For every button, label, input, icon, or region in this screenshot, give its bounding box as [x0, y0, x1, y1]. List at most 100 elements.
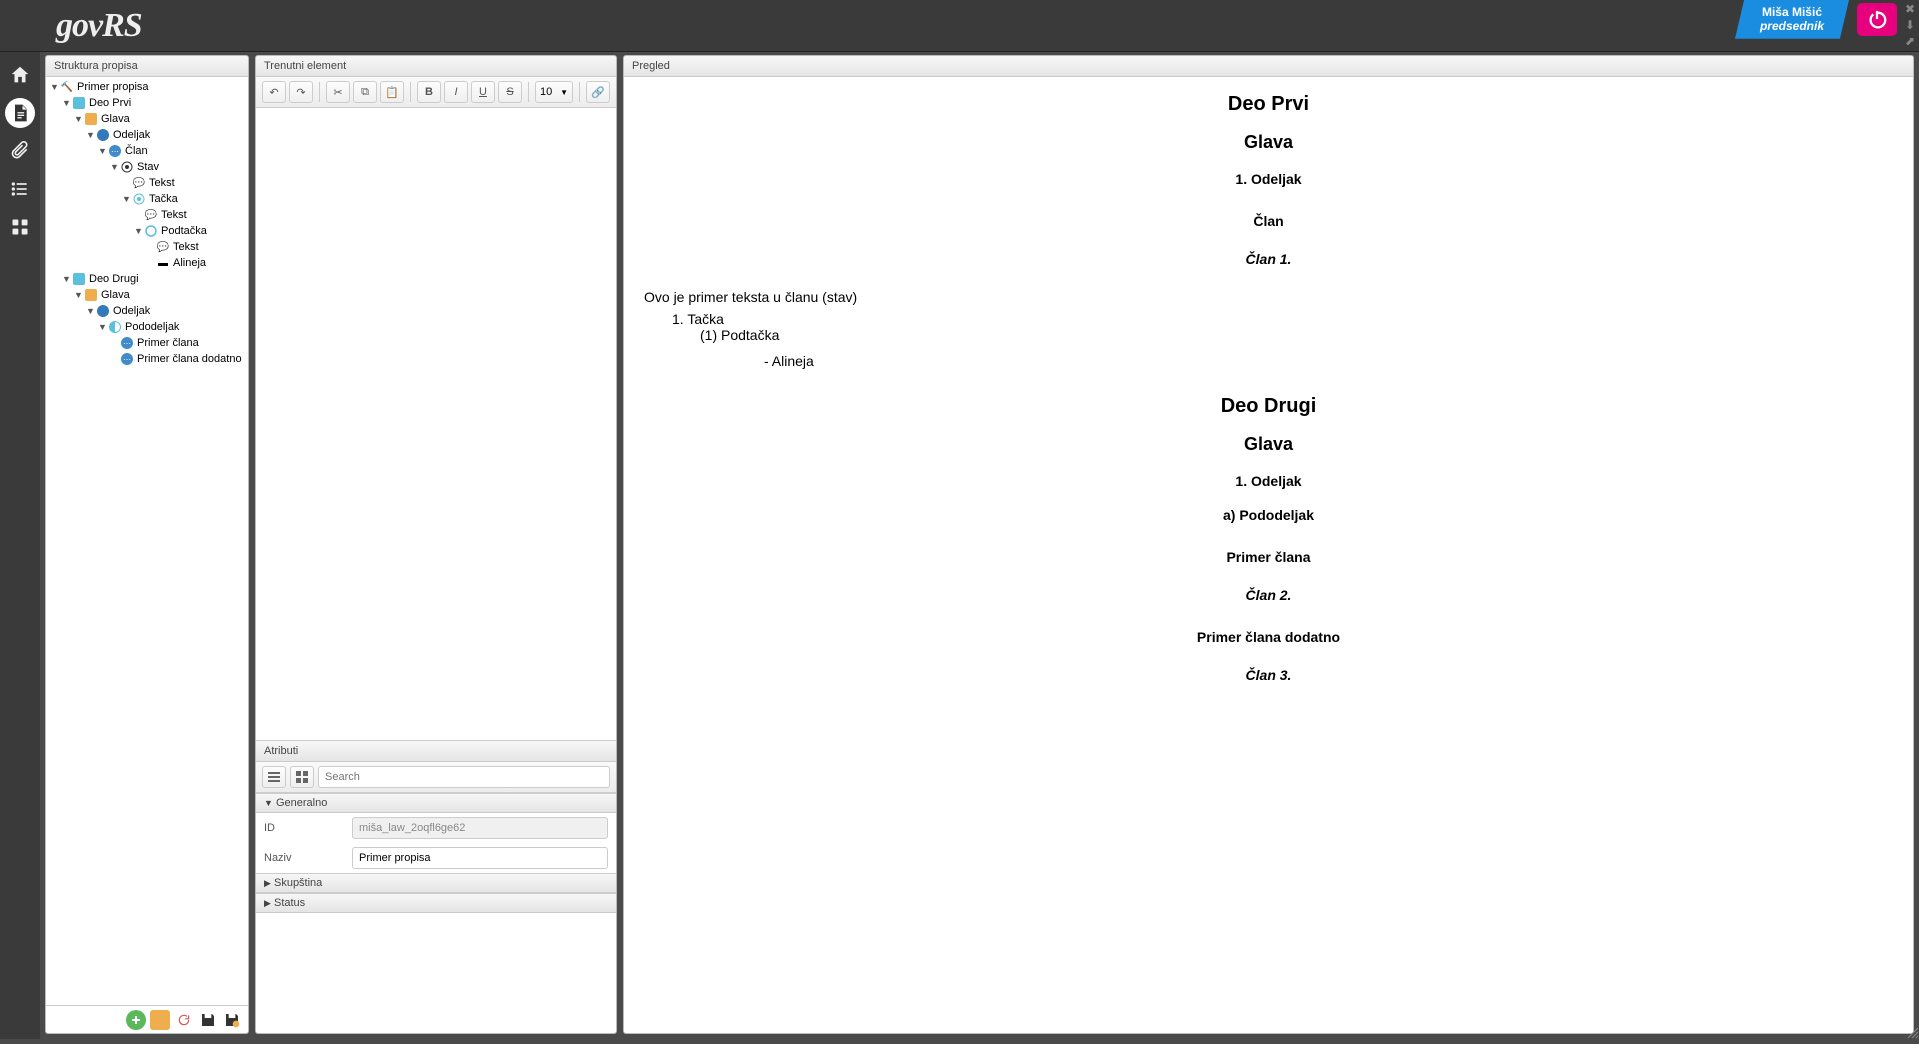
view-list-button[interactable]	[262, 766, 286, 788]
paste-button[interactable]: 📋	[380, 81, 404, 103]
tree-label: Tačka	[149, 193, 178, 205]
preview-clan2: Član 2.	[644, 587, 1893, 603]
attr-group-skupstina[interactable]: ▶ Skupština	[256, 873, 616, 893]
nav-document-icon[interactable]	[5, 98, 35, 128]
tree-item-alineja[interactable]: ▬Alineja	[46, 255, 248, 271]
save-as-button[interactable]	[222, 1010, 242, 1030]
attr-name-input[interactable]	[352, 847, 608, 869]
tree-item-primer-clana[interactable]: ⋯Primer člana	[46, 335, 248, 351]
nav-home-icon[interactable]	[5, 60, 35, 90]
structure-panel: Struktura propisa ▼🔨Primer propisa ▼Deo …	[45, 55, 249, 1034]
text-icon: 💬	[144, 208, 158, 222]
tree-item-glava1[interactable]: ▼Glava	[46, 111, 248, 127]
preview-deo-prvi: Deo Prvi	[644, 93, 1893, 116]
redo-button[interactable]: ↷	[289, 81, 313, 103]
tree-label: Odeljak	[113, 305, 150, 317]
attr-id-label: ID	[264, 822, 344, 834]
tree-label: Glava	[101, 289, 130, 301]
cut-button[interactable]: ✂	[326, 81, 350, 103]
copy-button[interactable]: ⧉	[353, 81, 377, 103]
tree-item-tacka[interactable]: ▼Tačka	[46, 191, 248, 207]
text-icon: 💬	[156, 240, 170, 254]
paragraph-icon	[120, 160, 134, 174]
add-button[interactable]	[126, 1010, 146, 1030]
preview-odeljak1: 1. Odeljak	[644, 171, 1893, 187]
flag-button[interactable]	[150, 1010, 170, 1030]
user-badge[interactable]: Miša Mišić predsednik	[1735, 0, 1849, 39]
dash-icon: ▬	[156, 256, 170, 270]
tree-item-tekst1[interactable]: 💬Tekst	[46, 175, 248, 191]
preview-stav-text: Ovo je primer teksta u članu (stav)	[644, 289, 1893, 305]
structure-tree[interactable]: ▼🔨Primer propisa ▼Deo Prvi ▼Glava ▼Odelj…	[46, 77, 248, 1005]
tree-item-root[interactable]: ▼🔨Primer propisa	[46, 79, 248, 95]
preview-alineja: - Alineja	[764, 353, 1893, 369]
top-header: govRS Miša Mišić predsednik ✖ ⬇ ⬈	[0, 0, 1919, 52]
nav-attachment-icon[interactable]	[5, 136, 35, 166]
underline-button[interactable]: U	[471, 81, 495, 103]
left-sidebar	[0, 52, 40, 1039]
preview-panel-header: Pregled	[624, 56, 1913, 77]
tree-item-deo2[interactable]: ▼Deo Drugi	[46, 271, 248, 287]
tree-label: Alineja	[173, 257, 206, 269]
attributes-header: Atributi	[256, 741, 616, 762]
editor-panel-header: Trenutni element	[256, 56, 616, 77]
resize-handle[interactable]	[1905, 1025, 1919, 1039]
attr-group-status[interactable]: ▶ Status	[256, 893, 616, 913]
attr-row-id: ID	[256, 813, 616, 843]
minimize-window-icon[interactable]: ⬇	[1903, 18, 1917, 32]
user-role: predsednik	[1760, 19, 1824, 33]
link-button[interactable]: 🔗	[586, 81, 610, 103]
strikethrough-button[interactable]: S	[498, 81, 522, 103]
preview-clan1: Član 1.	[644, 251, 1893, 267]
subsection-icon	[96, 304, 110, 318]
editor-textarea[interactable]	[256, 108, 616, 740]
preview-tacka: 1. Tačka	[672, 311, 1893, 327]
bold-button[interactable]: B	[417, 81, 441, 103]
font-size-dropdown[interactable]: 10▼	[535, 81, 573, 103]
gavel-icon: 🔨	[60, 80, 74, 94]
nav-list-icon[interactable]	[5, 174, 35, 204]
tree-label: Primer propisa	[77, 81, 149, 93]
logout-button[interactable]	[1857, 3, 1897, 36]
editor-toolbar: ↶ ↷ ✂ ⧉ 📋 B I U S 10▼ 🔗	[256, 77, 616, 108]
attr-name-label: Naziv	[264, 852, 344, 864]
app-logo: govRS	[56, 7, 142, 45]
tree-label: Stav	[137, 161, 159, 173]
tree-item-clan1[interactable]: ▼⋯Član	[46, 143, 248, 159]
nav-grid-icon[interactable]	[5, 212, 35, 242]
article-icon: ⋯	[120, 352, 134, 366]
maximize-window-icon[interactable]: ⬈	[1903, 34, 1917, 48]
save-button[interactable]	[198, 1010, 218, 1030]
structure-panel-header: Struktura propisa	[46, 56, 248, 77]
preview-body[interactable]: Deo Prvi Glava 1. Odeljak Član Član 1. O…	[624, 77, 1913, 1033]
refresh-button[interactable]	[174, 1010, 194, 1030]
tree-item-pododeljak[interactable]: ▼Pododeljak	[46, 319, 248, 335]
tree-item-podtacka[interactable]: ▼Podtačka	[46, 223, 248, 239]
attributes-search-input[interactable]	[318, 766, 610, 788]
undo-button[interactable]: ↶	[262, 81, 286, 103]
tree-item-tekst3[interactable]: 💬Tekst	[46, 239, 248, 255]
tree-item-tekst2[interactable]: 💬Tekst	[46, 207, 248, 223]
italic-button[interactable]: I	[444, 81, 468, 103]
subpoint-icon	[144, 224, 158, 238]
tree-item-glava2[interactable]: ▼Glava	[46, 287, 248, 303]
article-icon: ⋯	[120, 336, 134, 350]
tree-item-primer-clana-dodatno[interactable]: ⋯Primer člana dodatno	[46, 351, 248, 367]
tree-label: Podtačka	[161, 225, 207, 237]
attributes-section: Atributi ▼ Generalno ID Naziv ▶ Skupštin…	[256, 740, 616, 1033]
structure-bottom-toolbar	[46, 1005, 248, 1033]
tree-item-stav[interactable]: ▼Stav	[46, 159, 248, 175]
tree-label: Tekst	[161, 209, 187, 221]
preview-pododeljak: a) Pododeljak	[644, 507, 1893, 523]
logout-icon	[1866, 9, 1888, 31]
view-grid-button[interactable]	[290, 766, 314, 788]
tree-item-odeljak1[interactable]: ▼Odeljak	[46, 127, 248, 143]
preview-clan-label: Član	[644, 213, 1893, 229]
tree-item-odeljak2[interactable]: ▼Odeljak	[46, 303, 248, 319]
attr-group-general[interactable]: ▼ Generalno	[256, 793, 616, 813]
close-window-icon[interactable]: ✖	[1903, 2, 1917, 16]
tree-item-deo1[interactable]: ▼Deo Prvi	[46, 95, 248, 111]
point-icon	[132, 192, 146, 206]
preview-clan3: Član 3.	[644, 667, 1893, 683]
preview-primer-clana-dodatno: Primer člana dodatno	[644, 629, 1893, 645]
